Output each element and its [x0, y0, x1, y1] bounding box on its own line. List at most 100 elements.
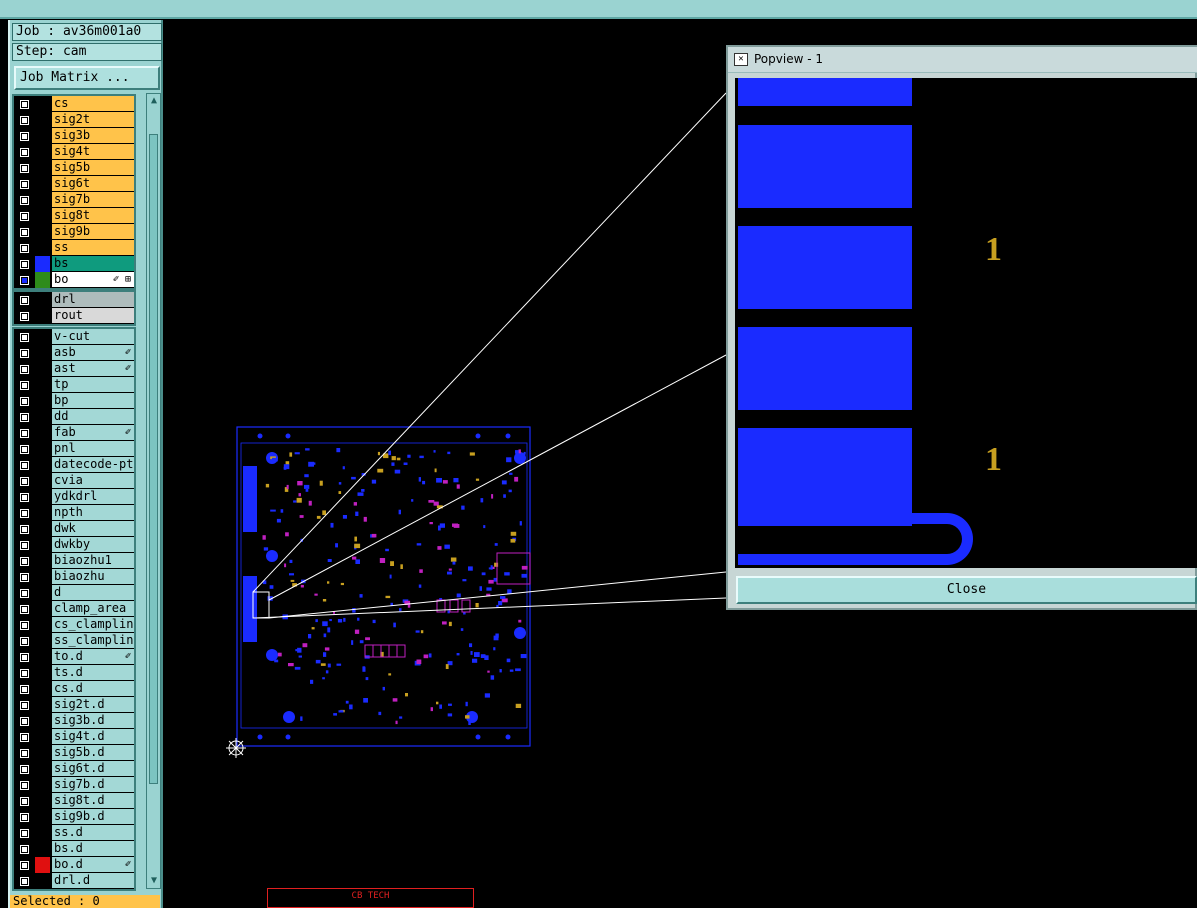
- component: [461, 599, 471, 613]
- component: [327, 559, 332, 562]
- component: [494, 543, 498, 546]
- component: [290, 579, 295, 582]
- component: [276, 518, 281, 523]
- component: [439, 704, 442, 709]
- component: [452, 523, 458, 527]
- component: [433, 501, 439, 506]
- component: [399, 716, 403, 719]
- component: [325, 670, 329, 674]
- component: [286, 484, 289, 490]
- component: [363, 698, 368, 703]
- component: [447, 610, 450, 614]
- component: [340, 582, 344, 586]
- component: [479, 586, 482, 591]
- component: [420, 630, 424, 634]
- component: [481, 572, 486, 576]
- component: [324, 647, 330, 651]
- component: [391, 456, 396, 461]
- component: [447, 713, 453, 717]
- component: [389, 574, 392, 579]
- copper-pad: [738, 327, 912, 410]
- component: [468, 721, 471, 725]
- component: [514, 476, 519, 482]
- component: [314, 593, 318, 596]
- component: [434, 468, 437, 473]
- component: [394, 469, 401, 474]
- component: [416, 659, 422, 664]
- board-inner-outline: [240, 442, 528, 729]
- copper-trace: [738, 513, 973, 565]
- component: [359, 640, 364, 644]
- component: [475, 603, 479, 608]
- component: [329, 619, 332, 622]
- component: [336, 663, 342, 666]
- component: [407, 454, 411, 458]
- component: [504, 572, 510, 576]
- component: [305, 489, 309, 492]
- component: [379, 558, 386, 563]
- component: [400, 564, 403, 569]
- component: [353, 502, 357, 506]
- component: [308, 634, 312, 639]
- component: [343, 617, 346, 622]
- component: [515, 668, 521, 672]
- component: [488, 579, 494, 584]
- component: [465, 715, 470, 719]
- component: [333, 713, 337, 716]
- component: [423, 654, 429, 659]
- component: [337, 619, 343, 623]
- component: [263, 547, 269, 551]
- component: [470, 651, 473, 655]
- cb-tech-label: CB TECH: [267, 888, 474, 908]
- component: [300, 716, 303, 721]
- pad-label: 1: [985, 231, 1002, 268]
- component: [500, 596, 506, 599]
- component: [503, 494, 506, 498]
- component: [519, 521, 522, 526]
- component: [491, 494, 494, 499]
- component: [468, 566, 473, 571]
- component: [298, 655, 302, 658]
- component: [422, 480, 426, 485]
- component: [436, 701, 439, 705]
- component: [352, 556, 357, 560]
- component: [351, 476, 356, 480]
- component: [439, 523, 445, 528]
- component: [327, 663, 331, 668]
- component: [294, 452, 300, 455]
- component: [393, 622, 396, 628]
- component: [521, 573, 527, 578]
- component: [411, 499, 414, 502]
- component: [365, 677, 369, 681]
- component: [428, 500, 435, 503]
- component: [377, 451, 380, 456]
- component: [395, 720, 398, 725]
- component: [452, 561, 456, 565]
- component: [336, 448, 341, 453]
- component: [372, 619, 376, 624]
- component: [305, 448, 310, 451]
- component: [399, 608, 402, 612]
- component: [507, 589, 512, 594]
- close-button[interactable]: Close: [736, 576, 1197, 604]
- component: [270, 509, 276, 512]
- component: [299, 515, 304, 518]
- component: [335, 543, 338, 548]
- component: [355, 559, 360, 564]
- component: [506, 457, 512, 463]
- component: [416, 543, 422, 546]
- component: [415, 630, 420, 633]
- component: [447, 571, 452, 575]
- component: [283, 464, 290, 470]
- component: [289, 452, 293, 457]
- component: [338, 482, 342, 485]
- component: [456, 484, 460, 489]
- connector-block: [243, 576, 257, 642]
- popview-canvas[interactable]: 1 1: [735, 78, 1197, 568]
- component: [355, 511, 359, 516]
- pad-label: 1: [985, 441, 1002, 478]
- component: [428, 653, 432, 658]
- component: [487, 670, 490, 673]
- component: [462, 579, 467, 582]
- component: [510, 538, 516, 543]
